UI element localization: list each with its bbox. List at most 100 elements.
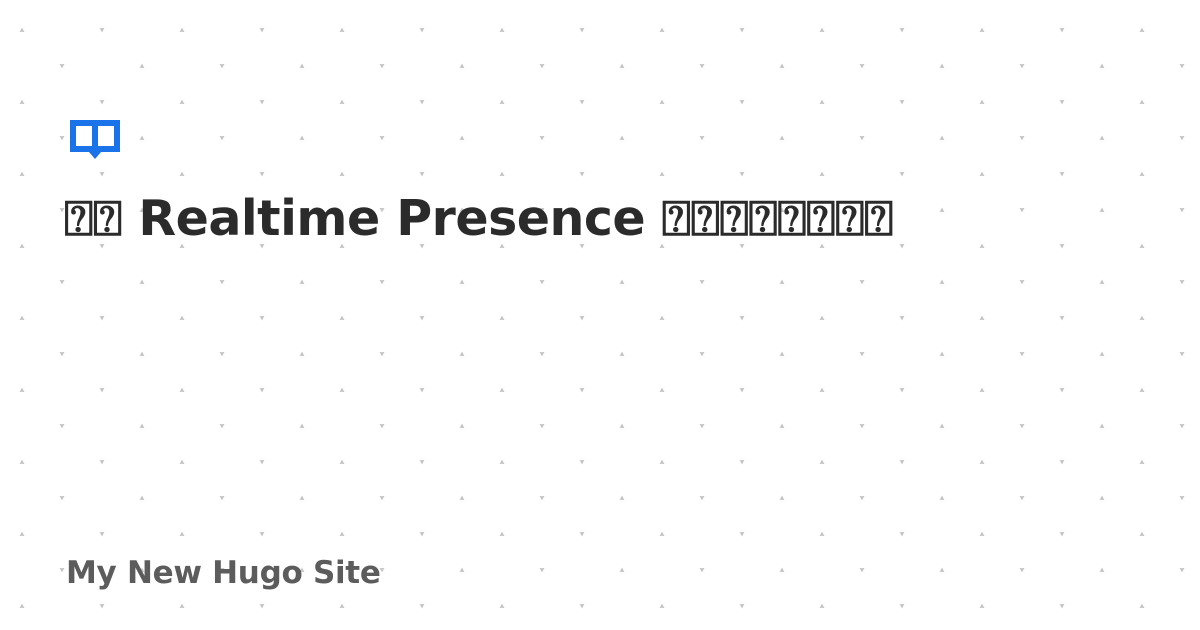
pattern-dot — [979, 171, 985, 176]
pattern-dot — [1099, 567, 1105, 572]
pattern-dot — [19, 27, 25, 32]
pattern-dot — [59, 64, 65, 69]
pattern-dot — [739, 532, 745, 537]
pattern-dot — [939, 495, 945, 500]
pattern-dot — [979, 27, 985, 32]
pattern-dot — [499, 315, 505, 320]
pattern-dot — [619, 495, 625, 500]
pattern-dot — [819, 603, 825, 608]
pattern-dot — [19, 603, 25, 608]
pattern-dot — [19, 99, 25, 104]
pattern-dot — [259, 460, 265, 465]
pattern-dot — [1019, 568, 1025, 573]
pattern-dot — [219, 496, 225, 501]
pattern-dot — [1099, 135, 1105, 140]
pattern-dot — [819, 27, 825, 32]
pattern-dot — [339, 99, 345, 104]
pattern-dot — [179, 27, 185, 32]
pattern-dot — [699, 496, 705, 501]
pattern-dot — [99, 532, 105, 537]
pattern-dot — [939, 351, 945, 356]
pattern-dot — [139, 351, 145, 356]
pattern-dot — [259, 388, 265, 393]
pattern-dot — [139, 279, 145, 284]
pattern-dot — [379, 496, 385, 501]
pattern-dot — [1059, 28, 1065, 33]
pattern-dot — [1139, 171, 1145, 176]
pattern-dot — [539, 568, 545, 573]
pattern-dot — [659, 603, 665, 608]
pattern-dot — [1059, 172, 1065, 177]
pattern-dot — [379, 64, 385, 69]
pattern-dot — [819, 459, 825, 464]
pattern-dot — [539, 424, 545, 429]
pattern-dot — [59, 568, 65, 573]
pattern-dot — [1099, 495, 1105, 500]
pattern-dot — [579, 316, 585, 321]
pattern-dot — [499, 531, 505, 536]
pattern-dot — [859, 568, 865, 573]
pattern-dot — [499, 171, 505, 176]
pattern-dot — [979, 387, 985, 392]
pattern-dot — [179, 171, 185, 176]
pattern-dot — [779, 63, 785, 68]
pattern-dot — [579, 28, 585, 33]
pattern-dot — [1019, 352, 1025, 357]
pattern-dot — [939, 63, 945, 68]
pattern-dot — [499, 459, 505, 464]
pattern-dot — [419, 172, 425, 177]
pattern-dot — [1179, 568, 1185, 573]
pattern-dot — [779, 567, 785, 572]
pattern-dot — [19, 387, 25, 392]
pattern-dot — [899, 604, 905, 609]
pattern-dot — [539, 280, 545, 285]
pattern-dot — [299, 135, 305, 140]
pattern-dot — [339, 27, 345, 32]
pattern-dot — [859, 352, 865, 357]
pattern-dot — [739, 316, 745, 321]
pattern-dot — [1059, 460, 1065, 465]
background-pattern — [19, 27, 1185, 609]
pattern-dot — [619, 279, 625, 284]
pattern-dot — [339, 603, 345, 608]
pattern-dot — [1059, 100, 1065, 105]
pattern-dot — [699, 136, 705, 141]
pattern-dot — [659, 531, 665, 536]
pattern-dot — [419, 388, 425, 393]
pattern-dot — [339, 315, 345, 320]
pattern-dot — [459, 63, 465, 68]
pattern-dot — [579, 100, 585, 105]
pattern-dot — [979, 531, 985, 536]
pattern-dot — [99, 604, 105, 609]
book-icon — [70, 120, 120, 159]
pattern-dot — [979, 315, 985, 320]
pattern-dot — [219, 64, 225, 69]
pattern-dot — [939, 279, 945, 284]
pattern-dot — [739, 172, 745, 177]
pattern-dot — [659, 171, 665, 176]
pattern-dot — [1179, 496, 1185, 501]
pattern-dot — [19, 531, 25, 536]
pattern-dot — [179, 99, 185, 104]
pattern-dot — [659, 27, 665, 32]
pattern-dot — [59, 496, 65, 501]
pattern-dot — [1139, 99, 1145, 104]
pattern-dot — [499, 387, 505, 392]
pattern-dot — [299, 279, 305, 284]
pattern-dot — [1059, 388, 1065, 393]
pattern-dot — [99, 316, 105, 321]
pattern-dot — [179, 459, 185, 464]
pattern-dot — [99, 388, 105, 393]
pattern-dot — [979, 459, 985, 464]
pattern-dot — [1059, 316, 1065, 321]
pattern-dot — [499, 99, 505, 104]
pattern-dot — [99, 460, 105, 465]
pattern-dot — [1099, 63, 1105, 68]
pattern-dot — [1099, 279, 1105, 284]
pattern-dot — [779, 423, 785, 428]
pattern-dot — [619, 423, 625, 428]
pattern-dot — [699, 424, 705, 429]
pattern-dot — [99, 100, 105, 105]
pattern-dot — [859, 136, 865, 141]
pattern-dot — [1099, 423, 1105, 428]
